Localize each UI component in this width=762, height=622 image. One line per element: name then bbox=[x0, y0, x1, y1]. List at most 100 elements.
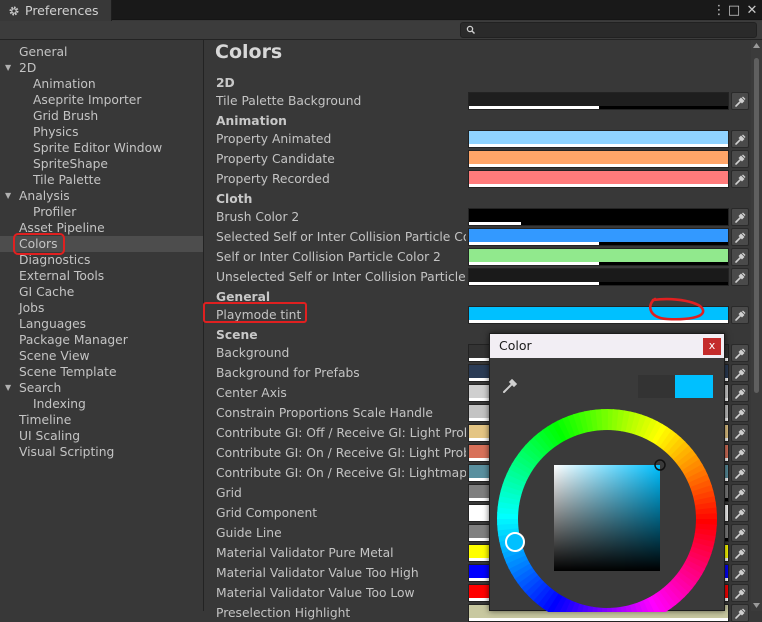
eyedropper-icon[interactable] bbox=[731, 484, 749, 502]
eyedropper-icon[interactable] bbox=[731, 524, 749, 542]
expand-arrow-icon[interactable]: ▼ bbox=[5, 60, 11, 76]
alpha-bar-remainder bbox=[598, 282, 728, 285]
sidebar-item-label: Grid Brush bbox=[33, 109, 99, 123]
maximize-icon[interactable]: □ bbox=[727, 0, 741, 20]
sidebar-item-label: Scene Template bbox=[19, 365, 117, 379]
eyedropper-icon[interactable] bbox=[731, 404, 749, 422]
page-title: Colors bbox=[215, 41, 283, 63]
sidebar-item-physics[interactable]: Physics bbox=[0, 124, 203, 140]
close-icon[interactable]: x bbox=[703, 338, 721, 355]
sidebar-item-ui-scaling[interactable]: UI Scaling bbox=[0, 428, 203, 444]
sidebar-item-sprite-editor-window[interactable]: Sprite Editor Window bbox=[0, 140, 203, 156]
sidebar-item-indexing[interactable]: Indexing bbox=[0, 396, 203, 412]
sidebar-item-label: SpriteShape bbox=[33, 157, 108, 171]
eyedropper-icon[interactable] bbox=[731, 208, 749, 226]
color-field[interactable] bbox=[468, 248, 729, 266]
eyedropper-icon[interactable] bbox=[731, 584, 749, 602]
eyedropper-icon[interactable] bbox=[731, 344, 749, 362]
sidebar-item-search[interactable]: ▼ Search bbox=[0, 380, 203, 396]
preferences-tab[interactable]: Preferences bbox=[0, 0, 112, 21]
eyedropper-icon[interactable] bbox=[731, 424, 749, 442]
section-header: Scene bbox=[216, 328, 258, 342]
eyedropper-icon[interactable] bbox=[731, 444, 749, 462]
expand-arrow-icon[interactable]: ▼ bbox=[5, 188, 11, 204]
sidebar-item-label: Aseprite Importer bbox=[33, 93, 142, 107]
color-label: Material Validator Pure Metal bbox=[216, 546, 394, 560]
sidebar-item-label: Visual Scripting bbox=[19, 445, 115, 459]
color-wheel[interactable] bbox=[497, 409, 717, 612]
sidebar-item-label: Languages bbox=[19, 317, 87, 331]
alpha-bar bbox=[469, 222, 521, 225]
eyedropper-icon[interactable] bbox=[501, 377, 519, 395]
sidebar-item-spriteshape[interactable]: SpriteShape bbox=[0, 156, 203, 172]
alpha-bar-remainder bbox=[598, 106, 728, 109]
eyedropper-icon[interactable] bbox=[731, 228, 749, 246]
sidebar-item-animation[interactable]: Animation bbox=[0, 76, 203, 92]
sidebar-item-label: Package Manager bbox=[19, 333, 128, 347]
color-field[interactable] bbox=[468, 170, 729, 188]
sidebar-item-2d[interactable]: ▼ 2D bbox=[0, 60, 203, 76]
sidebar-item-timeline[interactable]: Timeline bbox=[0, 412, 203, 428]
eyedropper-icon[interactable] bbox=[731, 248, 749, 266]
color-field[interactable] bbox=[468, 228, 729, 246]
sidebar-item-visual-scripting[interactable]: Visual Scripting bbox=[0, 444, 203, 460]
sidebar-item-jobs[interactable]: Jobs bbox=[0, 300, 203, 316]
eyedropper-icon[interactable] bbox=[731, 504, 749, 522]
eyedropper-icon[interactable] bbox=[731, 130, 749, 148]
close-icon[interactable]: ✕ bbox=[744, 0, 760, 20]
color-field[interactable] bbox=[468, 208, 729, 226]
eyedropper-icon[interactable] bbox=[731, 170, 749, 188]
sidebar-item-external-tools[interactable]: External Tools bbox=[0, 268, 203, 284]
color-label: Contribute GI: Off / Receive GI: Light P… bbox=[216, 426, 466, 440]
sidebar-item-general[interactable]: General bbox=[0, 44, 203, 60]
color-label: Tile Palette Background bbox=[216, 94, 362, 108]
sidebar-item-scene-view[interactable]: Scene View bbox=[0, 348, 203, 364]
alpha-bar-remainder bbox=[598, 242, 728, 245]
hue-handle[interactable] bbox=[505, 532, 525, 552]
sidebar-item-label: Tile Palette bbox=[33, 173, 102, 187]
eyedropper-icon[interactable] bbox=[731, 544, 749, 562]
eyedropper-icon[interactable] bbox=[731, 384, 749, 402]
sidebar-item-analysis[interactable]: ▼ Analysis bbox=[0, 188, 203, 204]
eyedropper-icon[interactable] bbox=[731, 306, 749, 324]
color-field[interactable] bbox=[468, 130, 729, 148]
color-label: Unselected Self or Inter Collision Parti… bbox=[216, 270, 466, 284]
scroll-up-icon bbox=[753, 43, 760, 48]
section-header: Animation bbox=[216, 114, 287, 128]
sidebar-item-profiler[interactable]: Profiler bbox=[0, 204, 203, 220]
sidebar-item-grid-brush[interactable]: Grid Brush bbox=[0, 108, 203, 124]
sidebar-item-languages[interactable]: Languages bbox=[0, 316, 203, 332]
sidebar-item-package-manager[interactable]: Package Manager bbox=[0, 332, 203, 348]
sidebar-item-aseprite-importer[interactable]: Aseprite Importer bbox=[0, 92, 203, 108]
annotation-circle bbox=[648, 297, 705, 321]
color-field[interactable] bbox=[468, 268, 729, 286]
eyedropper-icon[interactable] bbox=[731, 564, 749, 582]
title-bar: Preferences ⋮ □ ✕ bbox=[0, 0, 762, 21]
color-field[interactable] bbox=[468, 92, 729, 110]
color-field[interactable] bbox=[468, 150, 729, 168]
eyedropper-icon[interactable] bbox=[731, 464, 749, 482]
sidebar-item-gi-cache[interactable]: GI Cache bbox=[0, 284, 203, 300]
alpha-bar bbox=[469, 242, 599, 245]
sidebar-item-tile-palette[interactable]: Tile Palette bbox=[0, 172, 203, 188]
eyedropper-icon[interactable] bbox=[731, 150, 749, 168]
vertical-scrollbar[interactable] bbox=[751, 40, 762, 611]
expand-arrow-icon[interactable]: ▼ bbox=[5, 380, 11, 396]
alpha-bar bbox=[469, 106, 599, 109]
color-label: Self or Inter Collision Particle Color 2 bbox=[216, 250, 441, 264]
color-label: Property Recorded bbox=[216, 172, 330, 186]
sidebar-item-scene-template[interactable]: Scene Template bbox=[0, 364, 203, 380]
sidebar-item-label: Timeline bbox=[19, 413, 72, 427]
eyedropper-icon[interactable] bbox=[731, 604, 749, 622]
color-label: Background for Prefabs bbox=[216, 366, 360, 380]
color-label: Center Axis bbox=[216, 386, 287, 400]
eyedropper-icon[interactable] bbox=[731, 364, 749, 382]
section-header: 2D bbox=[216, 76, 235, 90]
color-label: Material Validator Value Too High bbox=[216, 566, 419, 580]
alpha-bar bbox=[469, 164, 728, 167]
eyedropper-icon[interactable] bbox=[731, 268, 749, 286]
window-menu-icon[interactable]: ⋮ bbox=[712, 0, 726, 20]
eyedropper-icon[interactable] bbox=[731, 92, 749, 110]
gear-icon bbox=[9, 6, 19, 15]
search-input[interactable] bbox=[460, 22, 757, 38]
